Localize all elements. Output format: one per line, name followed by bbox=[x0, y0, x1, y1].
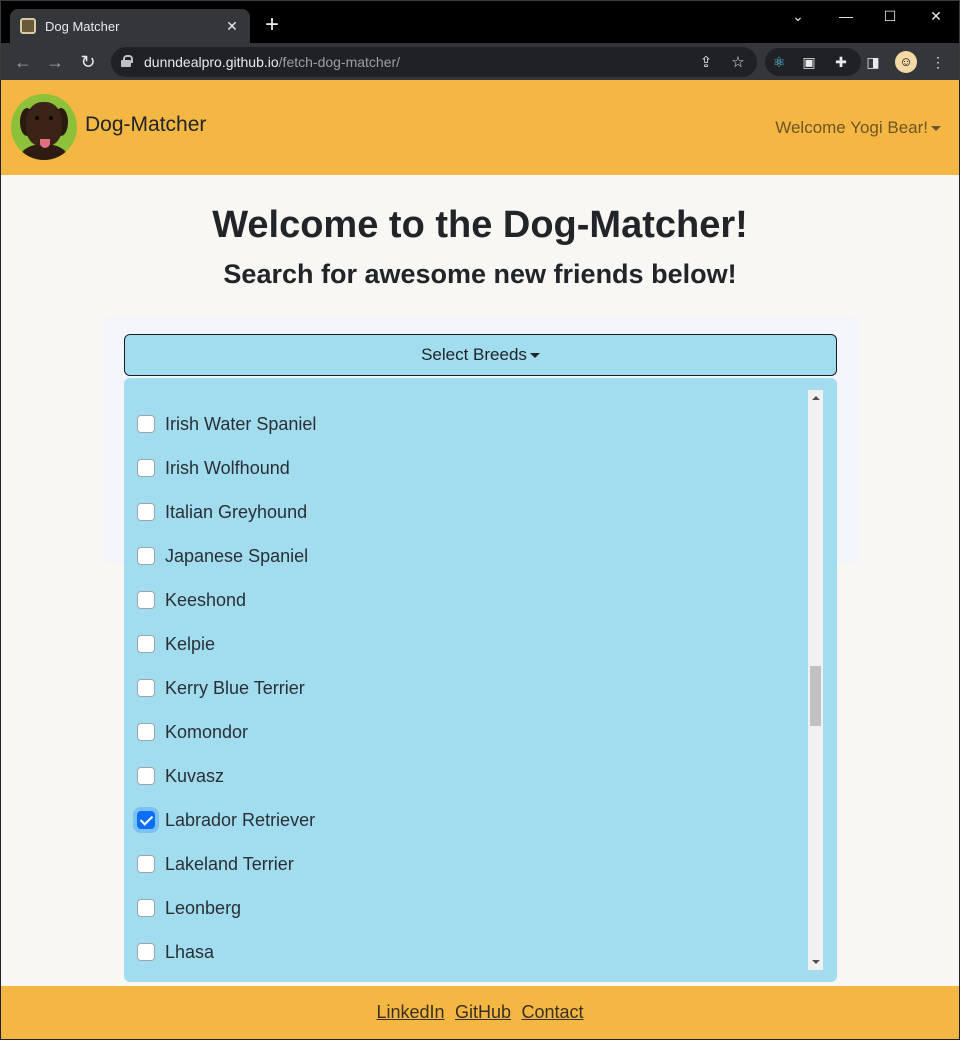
select-breeds-label: Select Breeds bbox=[421, 345, 527, 364]
footer-link-github[interactable]: GitHub bbox=[455, 1002, 511, 1022]
breed-option-label: Irish Water Spaniel bbox=[165, 413, 317, 434]
breed-checkbox[interactable] bbox=[137, 459, 155, 477]
browser-toolbar: ← → ↻ dunndealpro.github.io/fetch-dog-ma… bbox=[1, 43, 959, 81]
extension-icon[interactable]: ▣ bbox=[798, 51, 820, 73]
breed-option-label: Keeshond bbox=[165, 589, 247, 610]
close-window-button[interactable]: ✕ bbox=[913, 5, 959, 29]
minimize-button[interactable]: — bbox=[823, 5, 869, 29]
breed-option-label: Kuvasz bbox=[165, 765, 225, 786]
back-arrow-icon[interactable]: ← bbox=[11, 50, 35, 74]
url-text: dunndealpro.github.io/fetch-dog-matcher/ bbox=[144, 54, 401, 70]
breed-dropdown-menu: Irish Water Spaniel Irish Wolfhound Italia… bbox=[124, 378, 837, 982]
site-navbar: Dog-Matcher Welcome Yogi Bear! bbox=[1, 80, 959, 175]
scroll-down-arrow-icon[interactable] bbox=[808, 954, 823, 970]
footer-link-contact[interactable]: Contact bbox=[521, 1002, 583, 1022]
scrollbar-thumb[interactable] bbox=[810, 666, 821, 726]
breed-checkbox[interactable] bbox=[137, 503, 155, 521]
welcome-text: Welcome Yogi Bear! bbox=[775, 118, 928, 137]
breed-checkbox[interactable] bbox=[137, 635, 155, 653]
breed-checkbox[interactable] bbox=[137, 547, 155, 565]
breed-checkbox[interactable] bbox=[137, 723, 155, 741]
breed-checkbox[interactable] bbox=[137, 767, 155, 785]
breed-checkbox[interactable] bbox=[137, 943, 155, 961]
caret-down-icon bbox=[931, 126, 941, 132]
maximize-button[interactable]: ☐ bbox=[867, 5, 913, 29]
breed-option[interactable]: Kuvasz bbox=[124, 754, 804, 798]
react-devtools-icon[interactable]: ⚛ bbox=[768, 51, 790, 73]
page-content: Dog-Matcher Welcome Yogi Bear! Welcome t… bbox=[1, 80, 959, 1039]
side-panel-icon[interactable]: ◨ bbox=[862, 51, 884, 73]
breed-option[interactable]: Irish Water Spaniel bbox=[124, 402, 804, 446]
breed-option-label: Kelpie bbox=[165, 633, 216, 654]
share-icon[interactable]: ⇪ bbox=[697, 53, 715, 71]
breed-checkbox[interactable] bbox=[137, 591, 155, 609]
reload-icon[interactable]: ↻ bbox=[76, 50, 100, 74]
breed-option[interactable]: Lhasa bbox=[124, 930, 804, 974]
breed-option-label: Italian Greyhound bbox=[165, 501, 308, 522]
breed-options-list: Irish Water Spaniel Irish Wolfhound Italia… bbox=[124, 402, 804, 974]
dropdown-scrollbar[interactable] bbox=[808, 390, 823, 970]
breed-option[interactable]: Lakeland Terrier bbox=[124, 842, 804, 886]
breed-option[interactable]: Italian Greyhound bbox=[124, 490, 804, 534]
caret-down-icon bbox=[529, 353, 540, 359]
breed-option-label: Labrador Retriever bbox=[165, 809, 316, 830]
breed-option[interactable]: Irish Wolfhound bbox=[124, 446, 804, 490]
site-footer: LinkedIn GitHub Contact bbox=[1, 986, 959, 1039]
breed-option-label: Leonberg bbox=[165, 897, 242, 918]
breed-checkbox[interactable] bbox=[137, 811, 155, 829]
breed-option[interactable]: Komondor bbox=[124, 710, 804, 754]
scroll-up-arrow-icon[interactable] bbox=[808, 390, 823, 406]
breed-option-label: Irish Wolfhound bbox=[165, 457, 290, 478]
forward-arrow-icon[interactable]: → bbox=[43, 50, 67, 74]
breed-option[interactable]: Labrador Retriever bbox=[124, 798, 804, 842]
breed-option-label: Komondor bbox=[165, 721, 249, 742]
page-subtitle: Search for awesome new friends below! bbox=[223, 259, 737, 289]
breed-option[interactable]: Japanese Spaniel bbox=[124, 534, 804, 578]
menu-kebab-icon[interactable]: ⋮ bbox=[927, 51, 949, 73]
breed-option-label: Kerry Blue Terrier bbox=[165, 677, 305, 698]
profile-avatar-icon[interactable]: ☺ bbox=[895, 51, 917, 73]
select-breeds-button[interactable]: Select Breeds bbox=[124, 334, 837, 376]
tab-close-icon[interactable]: ✕ bbox=[224, 18, 240, 35]
breed-option[interactable]: Leonberg bbox=[124, 886, 804, 930]
breed-option-label: Japanese Spaniel bbox=[165, 545, 309, 566]
bookmark-star-icon[interactable]: ☆ bbox=[729, 53, 747, 71]
breed-option-label: Lhasa bbox=[165, 941, 215, 962]
breed-checkbox[interactable] bbox=[137, 899, 155, 917]
tab-title: Dog Matcher bbox=[45, 18, 120, 34]
browser-tab[interactable]: Dog Matcher ✕ bbox=[10, 9, 250, 43]
breed-checkbox[interactable] bbox=[137, 415, 155, 433]
favicon-icon bbox=[20, 18, 36, 34]
dog-logo[interactable] bbox=[11, 94, 77, 160]
puzzle-extensions-icon[interactable]: ✚ bbox=[830, 51, 852, 73]
brand-name[interactable]: Dog-Matcher bbox=[85, 113, 206, 137]
breed-option[interactable]: Kelpie bbox=[124, 622, 804, 666]
breed-option[interactable]: Keeshond bbox=[124, 578, 804, 622]
footer-link-linkedin[interactable]: LinkedIn bbox=[376, 1002, 444, 1022]
tab-search-icon[interactable]: ⌄ bbox=[775, 5, 821, 29]
new-tab-button[interactable]: + bbox=[261, 13, 283, 37]
breed-option[interactable]: Kerry Blue Terrier bbox=[124, 666, 804, 710]
browser-window: Dog Matcher ✕ + ⌄ — ☐ ✕ ← → ↻ dunndealpr… bbox=[0, 0, 960, 81]
tab-bar: Dog Matcher ✕ + ⌄ — ☐ ✕ bbox=[1, 1, 959, 43]
user-menu-toggle[interactable]: Welcome Yogi Bear! bbox=[775, 118, 941, 138]
address-bar[interactable]: dunndealpro.github.io/fetch-dog-matcher/… bbox=[111, 47, 757, 77]
breed-checkbox[interactable] bbox=[137, 679, 155, 697]
breed-checkbox[interactable] bbox=[137, 855, 155, 873]
lock-icon bbox=[121, 55, 133, 67]
breed-option-label: Lakeland Terrier bbox=[165, 853, 294, 874]
page-title: Welcome to the Dog-Matcher! bbox=[212, 204, 748, 246]
